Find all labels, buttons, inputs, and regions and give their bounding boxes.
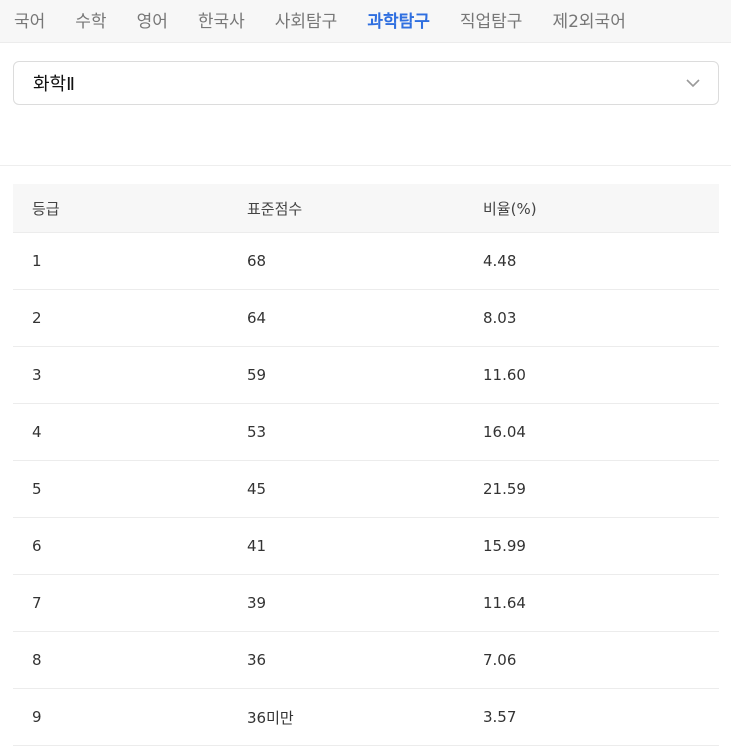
cell-ratio: 11.60 [483, 366, 526, 384]
cell-grade: 3 [32, 366, 42, 384]
cell-ratio: 15.99 [483, 537, 526, 555]
table-row: 1 68 4.48 [13, 233, 719, 290]
cell-standard-score: 36미만 [247, 708, 294, 727]
cell-grade: 2 [32, 309, 42, 327]
header-standard-score: 표준점수 [247, 199, 303, 218]
cell-standard-score: 53 [247, 423, 267, 441]
cell-ratio: 7.06 [483, 651, 517, 669]
subject-select[interactable]: 화학Ⅱ [13, 61, 719, 105]
cell-standard-score: 36 [247, 651, 267, 669]
cell-grade: 5 [32, 480, 42, 498]
cell-ratio: 8.03 [483, 309, 517, 327]
table-row: 6 41 15.99 [13, 518, 719, 575]
cell-standard-score: 59 [247, 366, 267, 384]
cell-standard-score: 39 [247, 594, 267, 612]
tab-korean-history[interactable]: 한국사 [198, 0, 245, 32]
cell-ratio: 21.59 [483, 480, 526, 498]
cell-grade: 7 [32, 594, 42, 612]
subject-select-value: 화학Ⅱ [33, 74, 75, 95]
subject-select-section: 화학Ⅱ [0, 43, 731, 166]
tab-vocational[interactable]: 직업탐구 [460, 0, 523, 32]
cell-ratio: 3.57 [483, 708, 517, 726]
tab-social-studies[interactable]: 사회탐구 [275, 0, 338, 32]
tab-korean[interactable]: 국어 [14, 0, 45, 32]
table-row: 3 59 11.60 [13, 347, 719, 404]
tab-english[interactable]: 영어 [137, 0, 168, 32]
table-row: 4 53 16.04 [13, 404, 719, 461]
grade-cut-table: 등급 표준점수 비율(%) 1 68 4.48 2 64 8.03 3 59 1… [13, 184, 719, 746]
cell-grade: 9 [32, 708, 42, 726]
table-row: 7 39 11.64 [13, 575, 719, 632]
cell-standard-score: 45 [247, 480, 267, 498]
chevron-down-icon [686, 76, 700, 90]
cell-grade: 8 [32, 651, 42, 669]
table-row: 5 45 21.59 [13, 461, 719, 518]
header-ratio: 비율(%) [483, 199, 537, 218]
tab-math[interactable]: 수학 [75, 0, 106, 32]
tab-science[interactable]: 과학탐구 [367, 0, 430, 32]
cell-grade: 4 [32, 423, 42, 441]
cell-ratio: 4.48 [483, 252, 517, 270]
tab-second-foreign-language[interactable]: 제2외국어 [552, 0, 625, 32]
cell-standard-score: 41 [247, 537, 267, 555]
cell-grade: 1 [32, 252, 42, 270]
cell-standard-score: 64 [247, 309, 267, 327]
cell-ratio: 16.04 [483, 423, 526, 441]
table-row: 2 64 8.03 [13, 290, 719, 347]
table-header: 등급 표준점수 비율(%) [13, 184, 719, 233]
subject-tab-bar: 국어 수학 영어 한국사 사회탐구 과학탐구 직업탐구 제2외국어 [0, 0, 731, 43]
header-grade: 등급 [32, 199, 60, 218]
cell-ratio: 11.64 [483, 594, 526, 612]
cell-standard-score: 68 [247, 252, 267, 270]
cell-grade: 6 [32, 537, 42, 555]
table-row: 8 36 7.06 [13, 632, 719, 689]
